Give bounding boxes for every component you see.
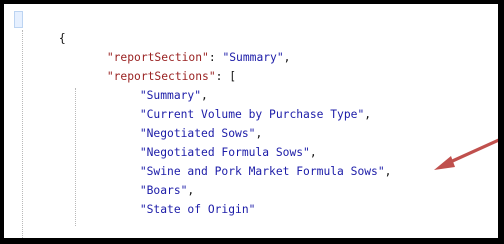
arrow-head [434,156,455,170]
arrow-icon [434,138,498,170]
annotation-arrow [434,138,498,170]
arrow-shaft [446,138,498,165]
screenshot-frame: { "reportSection": "Summary", "reportSec… [0,0,504,244]
